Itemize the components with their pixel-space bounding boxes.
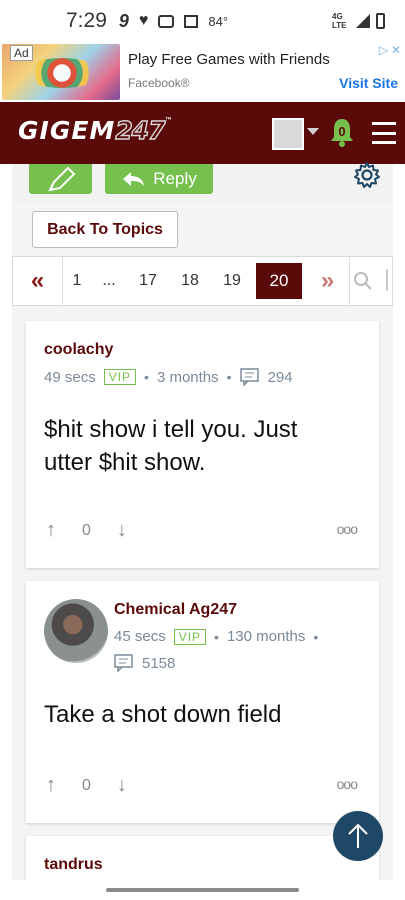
downvote-arrow-icon[interactable]: ↓ bbox=[117, 774, 127, 797]
post-meta-count: 5158 bbox=[114, 654, 175, 672]
vote-controls: ↑ 0 ↓ bbox=[46, 519, 127, 542]
user-tenure: 130 months bbox=[226, 628, 306, 645]
user-avatar[interactable] bbox=[44, 599, 108, 663]
notifications-button[interactable]: 0 bbox=[328, 116, 356, 148]
separator-dot: • bbox=[313, 628, 319, 645]
separator-dot: • bbox=[226, 369, 232, 385]
status-time: 7:29 bbox=[66, 9, 107, 32]
user-avatar-button[interactable] bbox=[272, 118, 304, 150]
separator-dot: • bbox=[144, 369, 149, 385]
post-body-line: $hit show i tell you. Just bbox=[44, 416, 298, 443]
user-tenure: 3 months bbox=[156, 368, 219, 386]
pagination-more-indicator bbox=[386, 269, 388, 291]
status-right: 4G LTE bbox=[332, 12, 385, 30]
reply-button[interactable]: Reply bbox=[105, 164, 213, 194]
separator-dot: • bbox=[214, 628, 219, 645]
upvote-arrow-icon[interactable]: ↑ bbox=[46, 519, 56, 542]
vote-count: 0 bbox=[82, 521, 91, 539]
post-username[interactable]: coolachy bbox=[44, 341, 113, 359]
notification-count: 0 bbox=[338, 124, 346, 139]
post-meta: 49 secs VIP • 3 months • 294 bbox=[44, 368, 293, 386]
post-card: Chemical Ag247 45 secs VIP • 130 months … bbox=[26, 581, 379, 823]
pagination-page-first[interactable]: 1 bbox=[63, 257, 91, 305]
post-username[interactable]: tandrus bbox=[44, 856, 103, 874]
logo-text: GIGEM bbox=[18, 116, 116, 145]
scroll-to-top-button[interactable] bbox=[333, 811, 383, 861]
pagination-next-button[interactable]: » bbox=[306, 257, 350, 305]
vote-controls: ↑ 0 ↓ bbox=[46, 774, 127, 797]
pagination-prev-button[interactable]: « bbox=[13, 257, 63, 305]
post-body-line: Take a shot down field bbox=[44, 701, 282, 728]
site-logo[interactable]: GIGEM247™ bbox=[18, 115, 174, 145]
signal-icon bbox=[356, 14, 370, 28]
comment-icon bbox=[114, 654, 133, 672]
ad-title[interactable]: Play Free Games with Friends bbox=[128, 51, 330, 68]
heart-icon: ♥ bbox=[138, 12, 149, 29]
post-username[interactable]: Chemical Ag247 bbox=[114, 601, 237, 619]
user-post-count: 5158 bbox=[142, 654, 176, 672]
vip-badge: VIP bbox=[173, 628, 207, 645]
reply-arrow-icon bbox=[123, 172, 145, 186]
post-body: $hit show i tell you. Just utter $hit sh… bbox=[44, 413, 297, 479]
arrow-up-icon bbox=[348, 823, 368, 848]
pencil-icon bbox=[47, 166, 75, 192]
vip-badge: VIP bbox=[103, 369, 137, 385]
comment-icon bbox=[239, 368, 259, 386]
post-body: Take a shot down field bbox=[44, 698, 281, 731]
post-time: 49 secs bbox=[44, 368, 96, 386]
post-meta: 45 secs VIP • 130 months • bbox=[114, 628, 318, 645]
reply-label: Reply bbox=[153, 169, 197, 188]
site-header: GIGEM247™ 0 bbox=[0, 102, 405, 164]
ad-choices[interactable]: ▷ ✕ bbox=[379, 43, 401, 57]
post-card: coolachy 49 secs VIP • 3 months • 294 $h… bbox=[26, 321, 379, 568]
close-icon[interactable]: ✕ bbox=[391, 43, 401, 57]
pagination-current-page[interactable]: 20 bbox=[256, 263, 302, 299]
post-body-line: utter $hit show. bbox=[44, 449, 206, 476]
search-icon[interactable] bbox=[353, 271, 373, 296]
system-nav-bar bbox=[0, 880, 405, 900]
notification-9-icon: 9 bbox=[118, 10, 129, 31]
hamburger-menu-icon[interactable] bbox=[372, 122, 396, 144]
pagination-ellipsis: ... bbox=[102, 272, 116, 289]
pagination: « 1 ... 17 18 19 20 » bbox=[12, 256, 393, 306]
back-to-topics-button[interactable]: Back To Topics bbox=[32, 211, 178, 248]
logo-trademark: ™ bbox=[164, 116, 174, 125]
status-temperature: 84° bbox=[208, 13, 229, 29]
home-gesture-bar[interactable] bbox=[106, 888, 299, 892]
pagination-page[interactable]: 18 bbox=[169, 257, 211, 305]
image-icon bbox=[184, 14, 199, 28]
ad-tag: Ad bbox=[10, 45, 33, 61]
pagination-page[interactable]: 19 bbox=[211, 257, 253, 305]
ad-banner[interactable]: Ad Play Free Games with Friends Facebook… bbox=[0, 42, 405, 102]
new-post-button[interactable] bbox=[29, 164, 92, 194]
settings-gear-icon[interactable] bbox=[353, 161, 381, 189]
logo-number: 247 bbox=[115, 115, 167, 145]
upvote-arrow-icon[interactable]: ↑ bbox=[46, 774, 56, 797]
ad-source: Facebook® bbox=[128, 76, 190, 90]
camera-icon bbox=[158, 14, 175, 28]
ad-visit-button[interactable]: Visit Site bbox=[339, 75, 398, 91]
battery-icon bbox=[376, 13, 385, 29]
pagination-page[interactable]: 17 bbox=[127, 257, 169, 305]
chevron-down-icon[interactable] bbox=[307, 128, 319, 135]
user-post-count: 294 bbox=[267, 368, 293, 386]
status-bar: 7:29 9 ♥ 84° 4G LTE bbox=[0, 0, 405, 42]
downvote-arrow-icon[interactable]: ↓ bbox=[117, 519, 127, 542]
vote-count: 0 bbox=[82, 776, 91, 794]
network-label: 4G LTE bbox=[332, 12, 347, 30]
status-icons: 9 ♥ 84° bbox=[119, 11, 228, 32]
adchoices-icon[interactable]: ▷ bbox=[379, 43, 388, 57]
post-time: 45 secs bbox=[114, 628, 166, 645]
more-options-icon[interactable]: ooo bbox=[337, 776, 358, 792]
more-options-icon[interactable]: ooo bbox=[337, 521, 358, 537]
